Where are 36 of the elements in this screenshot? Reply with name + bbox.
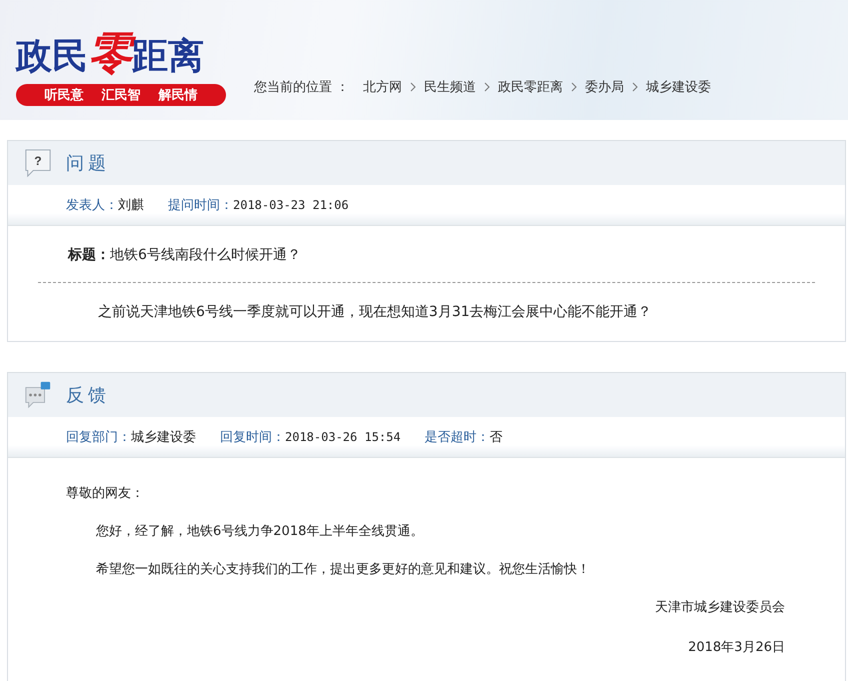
chat-bubble-icon (24, 380, 52, 410)
question-bubble-icon: ? (24, 148, 52, 178)
subject-text: 地铁6号线南段什么时候开通？ (110, 247, 301, 263)
field-label: 提问时间： (168, 197, 233, 214)
field-value: 否 (490, 429, 503, 446)
chevron-icon (632, 82, 638, 92)
question-text: 之前说天津地铁6号线一季度就可以开通，现在想知道3月31去梅江会展中心能不能开通？ (97, 303, 653, 321)
field-label: 发表人： (66, 197, 118, 214)
subject-label: 标题： (68, 247, 110, 263)
greeting-text: 尊敬的网友： (66, 485, 145, 502)
field-value: 2018-03-23 21:06 (233, 198, 349, 212)
section-title: 问题 (66, 152, 110, 175)
chevron-icon (571, 82, 578, 92)
breadcrumb-label: 您当前的位置 ： (254, 79, 350, 96)
slogan: 解民情 (158, 87, 198, 104)
site-logo: 政民零距离 (16, 32, 205, 78)
slogan: 汇民智 (102, 87, 140, 104)
field-value: 刘麒 (118, 197, 144, 214)
field-value: 城乡建设委 (131, 429, 196, 446)
signature-text: 天津市城乡建设委员会 (655, 600, 785, 615)
breadcrumb-link[interactable]: 城乡建设委 (646, 78, 712, 96)
field-value: 2018-03-26 15:54 (285, 430, 401, 444)
field-label: 是否超时： (424, 429, 490, 446)
breadcrumb-link[interactable]: 委办局 (585, 78, 624, 96)
breadcrumb-link[interactable]: 民生频道 (424, 78, 476, 96)
field-label: 回复时间： (220, 429, 285, 446)
chevron-icon (410, 82, 416, 92)
chevron-icon (484, 82, 490, 92)
field-label: 回复部门： (66, 429, 131, 446)
date-text: 2018年3月26日 (688, 640, 785, 655)
reply-paragraph: 您好，经了解，地铁6号线力争2018年上半年全线贯通。 (95, 523, 424, 540)
section-title: 反馈 (66, 384, 110, 407)
slogan: 听民意 (44, 86, 84, 104)
reply-paragraph: 希望您一如既往的关心支持我们的工作，提出更多更好的意见和建议。祝您生活愉快！ (95, 561, 591, 578)
breadcrumb-link[interactable]: 政民零距离 (498, 78, 564, 96)
breadcrumb-link[interactable]: 北方网 (363, 78, 402, 96)
